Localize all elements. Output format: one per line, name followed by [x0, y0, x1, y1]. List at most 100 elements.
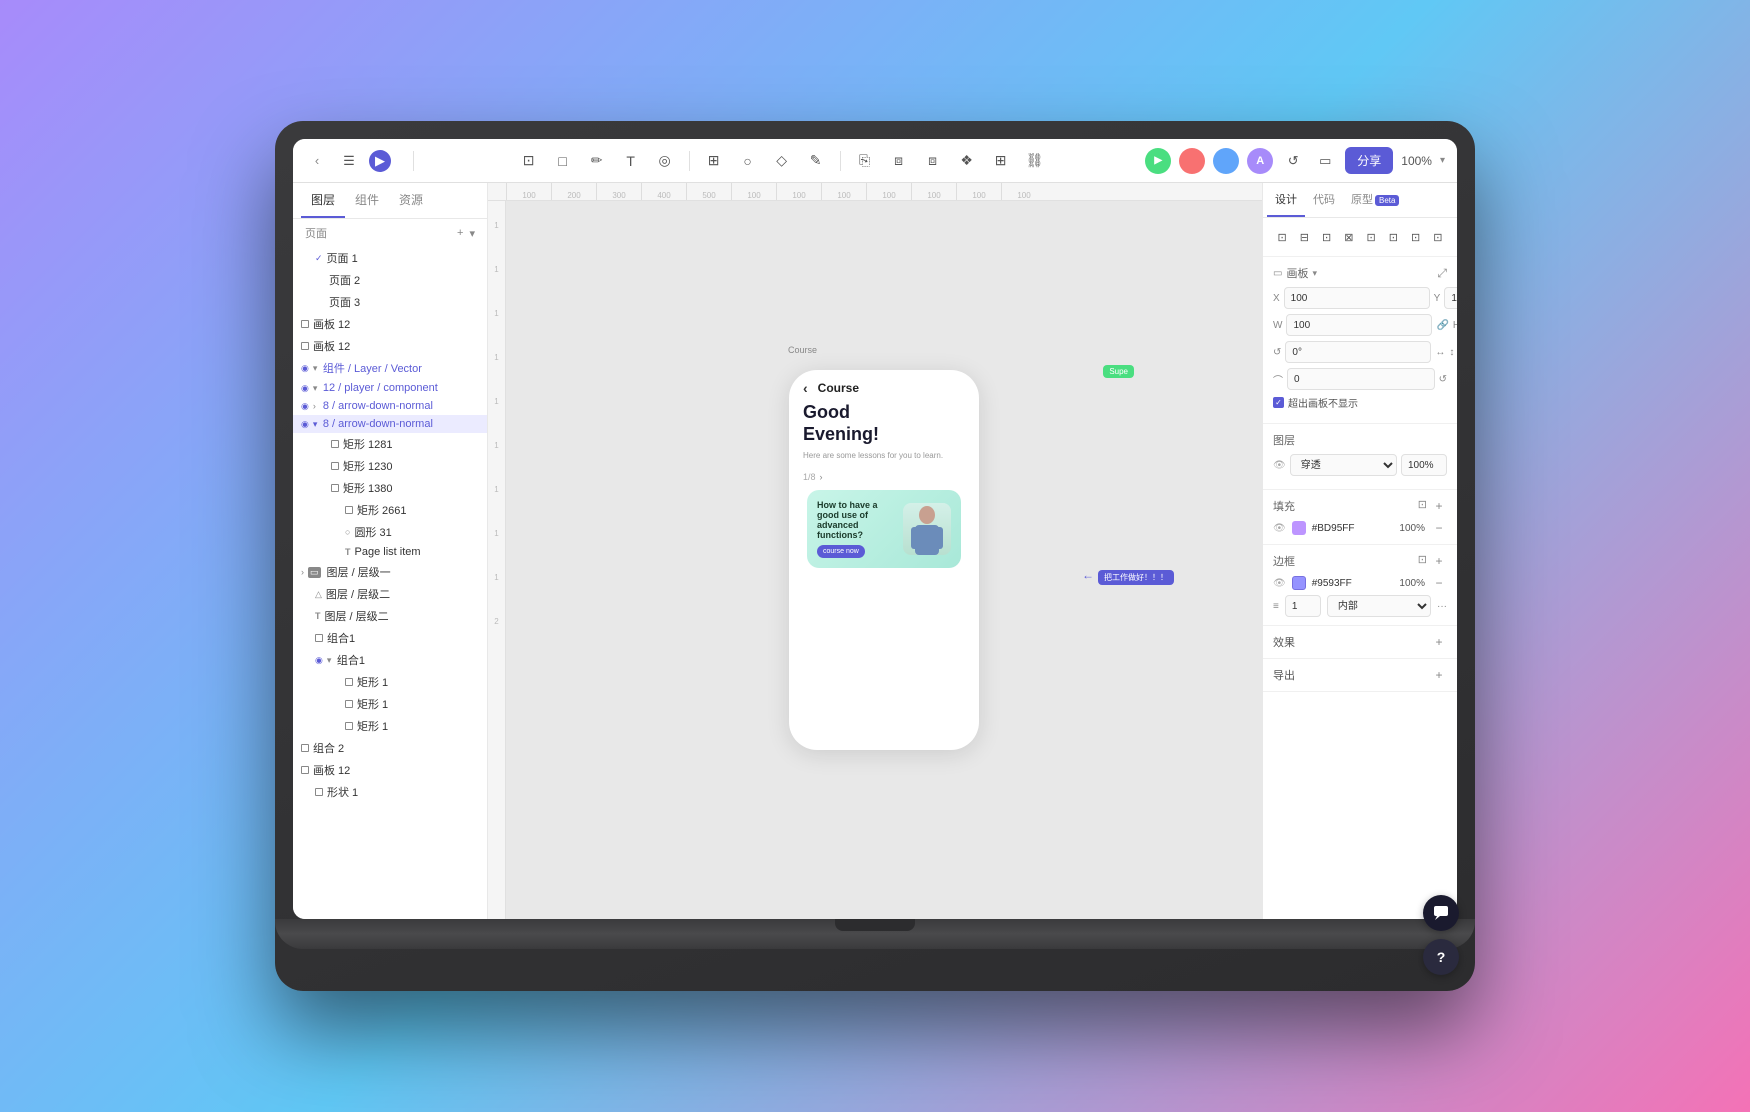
crop-tool[interactable]: ⊡ — [515, 147, 543, 175]
refresh-icon[interactable]: ↺ — [1439, 374, 1447, 385]
add-stroke-button[interactable]: + — [1431, 553, 1447, 569]
align-top[interactable]: ⊠ — [1340, 226, 1358, 248]
y-input[interactable] — [1444, 287, 1457, 309]
add-export-button[interactable]: + — [1431, 667, 1447, 683]
chat-button[interactable] — [1423, 895, 1457, 919]
pen-tool[interactable]: ✏ — [583, 147, 611, 175]
add-effect-button[interactable]: + — [1431, 634, 1447, 650]
stroke-blend-icon[interactable]: ⊡ — [1418, 553, 1427, 569]
add-page-button[interactable]: + — [457, 227, 463, 240]
mirror-v-tool[interactable]: ⧈ — [919, 147, 947, 175]
corner-input[interactable] — [1287, 368, 1435, 390]
avatar-4: A — [1247, 148, 1273, 174]
page-1[interactable]: ✓ 页面 1 — [293, 247, 487, 269]
lock-ratio-icon[interactable]: 🔗 — [1436, 320, 1448, 331]
layer-group-combined-1[interactable]: 组合1 — [293, 627, 487, 649]
page-3[interactable]: 页面 3 — [293, 291, 487, 313]
layer-rect-2661[interactable]: 矩形 2661 — [293, 499, 487, 521]
pages-chevron[interactable]: ▾ — [469, 227, 475, 240]
play-button[interactable]: ▶ — [369, 150, 391, 172]
grid-tool[interactable]: ⊞ — [987, 147, 1015, 175]
frame-12-1[interactable]: 画板 12 — [293, 313, 487, 335]
menu-button[interactable]: ☰ — [337, 149, 361, 173]
align-center-v[interactable]: ⊡ — [1362, 226, 1380, 248]
layer-board-12[interactable]: 画板 12 — [293, 759, 487, 781]
clip-checkbox[interactable]: ✓ — [1273, 397, 1284, 408]
mirror-h-tool[interactable]: ⧈ — [885, 147, 913, 175]
eye-icon[interactable]: 👁 — [1273, 460, 1286, 471]
stroke-color-swatch[interactable] — [1292, 576, 1306, 590]
stamp-tool[interactable]: ◎ — [651, 147, 679, 175]
canvas-area[interactable]: 100 200 300 400 500 100 100 100 100 100 … — [488, 183, 1262, 919]
layer-page-list[interactable]: T Page list item — [293, 543, 487, 561]
x-input[interactable] — [1284, 287, 1430, 309]
layout-icon[interactable]: ▭ — [1313, 149, 1337, 173]
layer-group-2[interactable]: 组合 2 — [293, 737, 487, 759]
layer-rect-1281[interactable]: 矩形 1281 — [293, 433, 487, 455]
layer-rect-1380[interactable]: 矩形 1380 — [293, 477, 487, 499]
copy-tool[interactable]: ⎘ — [851, 147, 879, 175]
tab-components[interactable]: 组件 — [345, 183, 389, 218]
page-2[interactable]: 页面 2 — [293, 269, 487, 291]
layer-arrow-1[interactable]: ◉ › 8 / arrow-down-normal — [293, 397, 487, 415]
add-fill-button[interactable]: + — [1431, 498, 1447, 514]
diamond-tool[interactable]: ◇ — [768, 147, 796, 175]
tab-design[interactable]: 设计 — [1267, 183, 1305, 217]
main-area: 图层 组件 资源 页面 + ▾ ✓ 页面 1 — [293, 183, 1457, 919]
zoom-chevron[interactable]: ▾ — [1440, 155, 1445, 166]
history-icon[interactable]: ↺ — [1281, 149, 1305, 173]
stroke-eye-icon[interactable]: 👁 — [1273, 578, 1286, 589]
rect-tool[interactable]: □ — [549, 147, 577, 175]
circle-tool[interactable]: ○ — [734, 147, 762, 175]
share-button[interactable]: 分享 — [1345, 147, 1393, 174]
layer-sublevel-txt[interactable]: T 图层 / 层级二 — [293, 605, 487, 627]
layer-circle-31[interactable]: ○ 圆形 31 — [293, 521, 487, 543]
blend-mode-select[interactable]: 穿透 正常 — [1290, 454, 1397, 476]
w-input[interactable] — [1286, 314, 1432, 336]
align-bottom[interactable]: ⊡ — [1384, 226, 1402, 248]
layer-group-1[interactable]: › ▭ 图层 / 层级一 — [293, 561, 487, 583]
remove-stroke-button[interactable]: − — [1431, 575, 1447, 591]
fill-eye-icon[interactable]: 👁 — [1273, 523, 1286, 534]
flip-v-icon[interactable]: ↕ — [1449, 347, 1454, 358]
layer-rect-a2[interactable]: 矩形 1 — [293, 693, 487, 715]
tab-prototype[interactable]: 原型Beta — [1343, 183, 1407, 217]
distribute-v[interactable]: ⊡ — [1429, 226, 1447, 248]
align-center-h[interactable]: ⊟ — [1295, 226, 1313, 248]
stroke-width-input[interactable] — [1285, 595, 1321, 617]
frame-expand[interactable]: ⤢ — [1437, 266, 1447, 281]
transform-tool[interactable]: ⊞ — [700, 147, 728, 175]
layer-player[interactable]: ◉ ▾ 12 / player / component — [293, 379, 487, 397]
canvas-content: Course Supe 把工作做好！！！ ← — [506, 201, 1262, 919]
fill-blend-icon[interactable]: ⊡ — [1418, 498, 1427, 514]
frame-dropdown[interactable]: ▾ — [1312, 268, 1317, 279]
layer-vector[interactable]: ◉ ▾ 组件 / Layer / Vector — [293, 357, 487, 379]
component-tool[interactable]: ❖ — [953, 147, 981, 175]
stroke-position-select[interactable]: 内部 外部 居中 — [1327, 595, 1431, 617]
text-tool[interactable]: T — [617, 147, 645, 175]
link-tool[interactable]: ⛓ — [1021, 147, 1049, 175]
card-btn[interactable]: course now — [817, 545, 865, 558]
layer-rect-a1[interactable]: 矩形 1 — [293, 671, 487, 693]
distribute-h[interactable]: ⊡ — [1407, 226, 1425, 248]
layer-shape-1[interactable]: 形状 1 — [293, 781, 487, 803]
layer-group-combined-2[interactable]: ◉ ▾ 组合1 — [293, 649, 487, 671]
layer-sublevel-tri[interactable]: △ 图层 / 层级二 — [293, 583, 487, 605]
align-right[interactable]: ⊡ — [1318, 226, 1336, 248]
tab-layers[interactable]: 图层 — [301, 183, 345, 218]
back-button[interactable]: ‹ — [305, 149, 329, 173]
rotation-input[interactable] — [1285, 341, 1431, 363]
fill-color-swatch[interactable] — [1292, 521, 1306, 535]
stroke-more-icon[interactable]: ··· — [1437, 601, 1447, 612]
layer-rect-1230[interactable]: 矩形 1230 — [293, 455, 487, 477]
pencil-tool[interactable]: ✎ — [802, 147, 830, 175]
align-left[interactable]: ⊡ — [1273, 226, 1291, 248]
tab-assets[interactable]: 资源 — [389, 183, 433, 218]
flip-h-icon[interactable]: ↔ — [1435, 347, 1445, 358]
layer-arrow-2[interactable]: ◉ ▾ 8 / arrow-down-normal — [293, 415, 487, 433]
frame-12-2[interactable]: 画板 12 — [293, 335, 487, 357]
remove-fill-button[interactable]: − — [1431, 520, 1447, 536]
opacity-input[interactable] — [1401, 454, 1447, 476]
tab-code[interactable]: 代码 — [1305, 183, 1343, 217]
layer-rect-a3[interactable]: 矩形 1 — [293, 715, 487, 737]
